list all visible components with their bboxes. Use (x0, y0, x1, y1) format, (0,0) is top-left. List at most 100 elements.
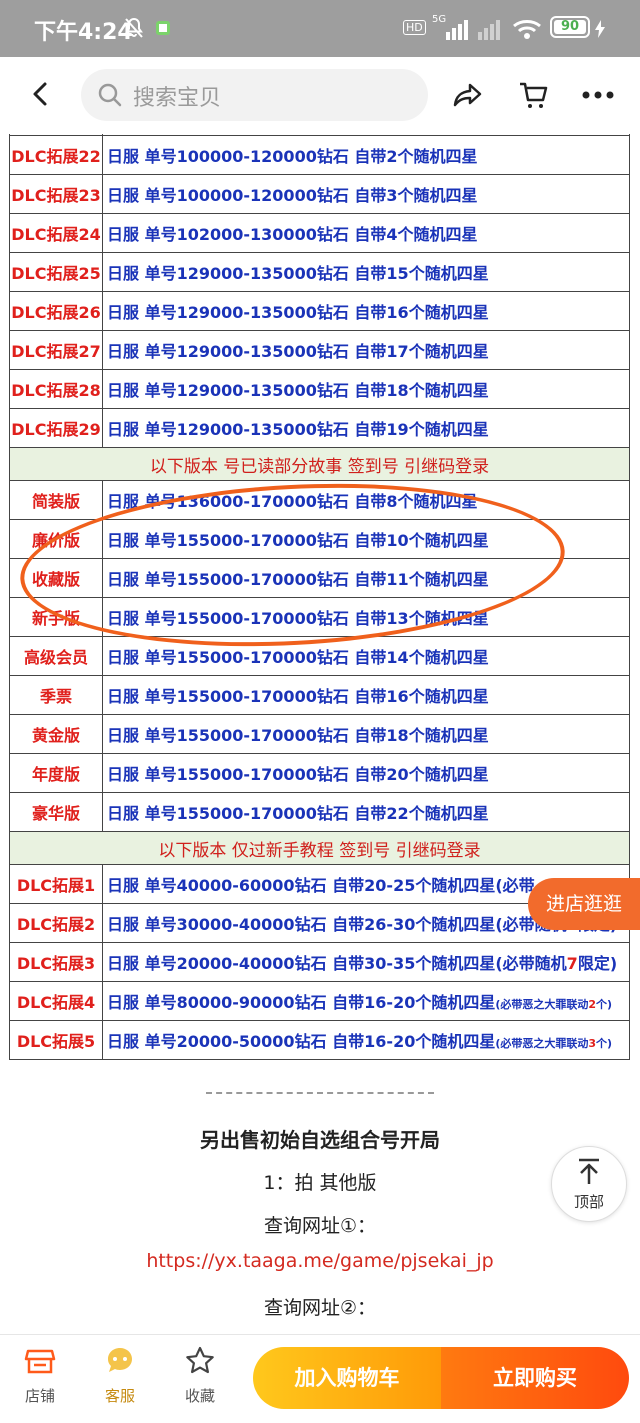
search-bar[interactable]: 搜索宝贝 (81, 69, 428, 121)
version-name: DLC拓展23 (9, 174, 103, 214)
customer-service-tab[interactable]: 客服 (90, 1345, 150, 1406)
version-name: DLC拓展25 (9, 252, 103, 292)
buy-now-button[interactable]: 立即购买 (441, 1347, 629, 1409)
version-name: 廉价版 (9, 519, 103, 559)
version-name: DLC拓展22 (9, 135, 103, 175)
version-detail: 日服 单号129000-135000钻石 自带19个随机四星 (102, 408, 630, 448)
query-url-link[interactable]: https://yx.taaga.me/game/pjsekai_jp (0, 1250, 640, 1272)
version-detail: 日服 单号102000-130000钻石 自带4个随机四星 (102, 213, 630, 253)
version-detail: 日服 单号20000-50000钻石 自带16-20个随机四星(必带恶之大罪联动… (102, 1020, 630, 1060)
table-row: 年度版 日服 单号155000-170000钻石 自带20个随机四星 (9, 753, 630, 793)
version-name: DLC拓展29 (9, 408, 103, 448)
section-header: 以下版本 号已读部分故事 签到号 引继码登录 (9, 447, 630, 481)
search-icon (98, 83, 122, 107)
back-to-top-button[interactable]: 顶部 (551, 1146, 627, 1222)
version-name: DLC拓展24 (9, 213, 103, 253)
table-row: 简装版 日服 单号136000-170000钻石 自带8个随机四星 (9, 480, 630, 520)
version-name: DLC拓展28 (9, 369, 103, 409)
version-detail: 日服 单号129000-135000钻石 自带18个随机四星 (102, 369, 630, 409)
version-name: DLC拓展1 (9, 864, 103, 904)
version-name: 新手版 (9, 597, 103, 637)
version-name: DLC拓展4 (9, 981, 103, 1021)
version-detail: 日服 单号129000-135000钻石 自带17个随机四星 (102, 330, 630, 370)
version-name: 季票 (9, 675, 103, 715)
wifi-icon (513, 20, 541, 39)
back-icon[interactable] (28, 81, 54, 107)
version-name: DLC拓展26 (9, 291, 103, 331)
cart-icon[interactable] (517, 79, 549, 111)
more-icon[interactable] (580, 79, 616, 111)
table-row: DLC拓展25 日服 单号129000-135000钻石 自带15个随机四星 (9, 252, 630, 292)
signal-2-icon (478, 20, 500, 40)
share-icon[interactable] (452, 79, 484, 111)
favorite-label: 收藏 (184, 1387, 215, 1405)
enter-shop-button[interactable]: 进店逛逛 (528, 878, 640, 930)
version-name: 豪华版 (9, 792, 103, 832)
table-row: 豪华版 日服 单号155000-170000钻石 自带22个随机四星 (9, 792, 630, 832)
shop-label: 店铺 (24, 1387, 55, 1405)
battery-icon: 90 (550, 16, 590, 38)
version-name: 黄金版 (9, 714, 103, 754)
star-icon (186, 1346, 214, 1374)
status-time: 下午4:24 (34, 20, 133, 45)
version-name: DLC拓展3 (9, 942, 103, 982)
shop-icon (24, 1349, 56, 1374)
table-row: DLC拓展5 日服 单号20000-50000钻石 自带16-20个随机四星(必带… (9, 1020, 630, 1060)
version-detail: 日服 单号155000-170000钻石 自带13个随机四星 (102, 597, 630, 637)
version-detail: 日服 单号100000-120000钻石 自带2个随机四星 (102, 135, 630, 175)
version-detail: 日服 单号155000-170000钻石 自带20个随机四星 (102, 753, 630, 793)
version-detail: 日服 单号155000-170000钻石 自带10个随机四星 (102, 519, 630, 559)
favorite-tab[interactable]: 收藏 (170, 1345, 230, 1406)
table-row: DLC拓展28 日服 单号129000-135000钻石 自带18个随机四星 (9, 369, 630, 409)
version-detail: 日服 单号129000-135000钻石 自带16个随机四星 (102, 291, 630, 331)
mute-bell-icon (125, 17, 143, 38)
version-name: 高级会员 (9, 636, 103, 676)
version-name: DLC拓展27 (9, 330, 103, 370)
table-row: DLC拓展4 日服 单号80000-90000钻石 自带16-20个随机四星(必带… (9, 981, 630, 1021)
version-name: DLC拓展5 (9, 1020, 103, 1060)
version-detail: 日服 单号136000-170000钻石 自带8个随机四星 (102, 480, 630, 520)
table-row: DLC拓展26 日服 单号129000-135000钻石 自带16个随机四星 (9, 291, 630, 331)
version-detail: 日服 单号155000-170000钻石 自带18个随机四星 (102, 714, 630, 754)
status-bar: 下午4:24 HD 5G 90 (0, 0, 640, 57)
add-to-cart-button[interactable]: 加入购物车 (253, 1347, 441, 1409)
desc-heading: 另出售初始自选组合号开局 (200, 1128, 440, 1152)
query-label-2: 查询网址②： (263, 1297, 377, 1319)
version-name: 简装版 (9, 480, 103, 520)
signal-icon (446, 20, 468, 40)
table-row: 季票 日服 单号155000-170000钻石 自带16个随机四星 (9, 675, 630, 715)
section-header-row: 以下版本 仅过新手教程 签到号 引继码登录 (9, 831, 630, 865)
hd-badge: HD (403, 20, 426, 35)
version-detail: 日服 单号155000-170000钻石 自带22个随机四星 (102, 792, 630, 832)
version-detail: 日服 单号129000-135000钻石 自带15个随机四星 (102, 252, 630, 292)
customer-service-icon (108, 1348, 132, 1372)
version-detail: 日服 单号155000-170000钻石 自带14个随机四星 (102, 636, 630, 676)
version-detail: 日服 单号155000-170000钻石 自带16个随机四星 (102, 675, 630, 715)
version-name: 年度版 (9, 753, 103, 793)
table-row: DLC拓展3 日服 单号20000-40000钻石 自带30-35个随机四星(必带… (9, 942, 630, 982)
shop-tab[interactable]: 店铺 (10, 1345, 70, 1406)
table-row: DLC拓展22 日服 单号100000-120000钻石 自带2个随机四星 (9, 135, 630, 175)
section-header-row: 以下版本 号已读部分故事 签到号 引继码登录 (9, 447, 630, 481)
desc-line: 1：拍 其他版 (263, 1172, 377, 1194)
arrow-up-icon (579, 1158, 599, 1184)
charging-icon (595, 20, 605, 38)
table-row: DLC拓展23 日服 单号100000-120000钻石 自带3个随机四星 (9, 174, 630, 214)
table-row: DLC拓展24 日服 单号102000-130000钻石 自带4个随机四星 (9, 213, 630, 253)
table-row: DLC拓展27 日服 单号129000-135000钻石 自带17个随机四星 (9, 330, 630, 370)
version-name: 收藏版 (9, 558, 103, 598)
top-nav-bar: 搜索宝贝 (0, 57, 640, 134)
back-to-top-label: 顶部 (573, 1193, 604, 1211)
product-detail-content: DLC拓展22 日服 单号100000-120000钻石 自带2个随机四星 DLC… (0, 134, 640, 1334)
table-row: 黄金版 日服 单号155000-170000钻石 自带18个随机四星 (9, 714, 630, 754)
table-row: 廉价版 日服 单号155000-170000钻石 自带10个随机四星 (9, 519, 630, 559)
bottom-action-bar: 店铺 客服 收藏 加入购物车 立即购买 (0, 1334, 640, 1423)
table-row: DLC拓展29 日服 单号129000-135000钻石 自带19个随机四星 (9, 408, 630, 448)
customer-service-label: 客服 (104, 1387, 135, 1405)
version-detail: 日服 单号20000-40000钻石 自带30-35个随机四星(必带随机7限定) (102, 942, 630, 982)
query-label-1: 查询网址①： (263, 1215, 377, 1237)
version-detail: 日服 单号80000-90000钻石 自带16-20个随机四星(必带恶之大罪联动… (102, 981, 630, 1021)
divider (206, 1092, 434, 1094)
battery-level: 90 (560, 19, 580, 34)
version-detail: 日服 单号155000-170000钻石 自带11个随机四星 (102, 558, 630, 598)
